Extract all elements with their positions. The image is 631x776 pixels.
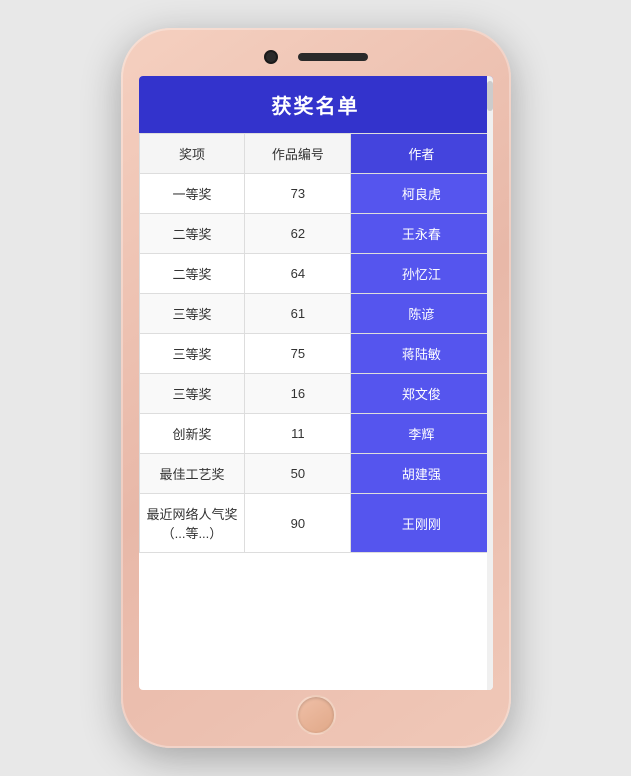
cell-prize: 最近网络人气奖（...等...） xyxy=(139,494,245,553)
screen-content[interactable]: 获奖名单 奖项 作品编号 作者 一等奖73柯良虎二等奖62王永春二等奖64孙忆江… xyxy=(139,76,493,690)
cell-work-id: 73 xyxy=(245,174,351,214)
header-prize: 奖项 xyxy=(139,134,245,174)
table-row: 三等奖16郑文俊 xyxy=(139,374,492,414)
table-row: 三等奖75蒋陆敏 xyxy=(139,334,492,374)
table-row: 二等奖64孙忆江 xyxy=(139,254,492,294)
phone-frame: 获奖名单 奖项 作品编号 作者 一等奖73柯良虎二等奖62王永春二等奖64孙忆江… xyxy=(121,28,511,748)
cell-author: 王刚刚 xyxy=(351,494,492,553)
header-work-id: 作品编号 xyxy=(245,134,351,174)
cell-author: 柯良虎 xyxy=(351,174,492,214)
table-row: 三等奖61陈谚 xyxy=(139,294,492,334)
table-header-row: 奖项 作品编号 作者 xyxy=(139,134,492,174)
table-row: 二等奖62王永春 xyxy=(139,214,492,254)
cell-prize: 创新奖 xyxy=(139,414,245,454)
cell-prize: 二等奖 xyxy=(139,254,245,294)
cell-author: 蒋陆敏 xyxy=(351,334,492,374)
table-title: 获奖名单 xyxy=(139,76,493,133)
cell-prize: 三等奖 xyxy=(139,374,245,414)
table-row: 最近网络人气奖（...等...）90王刚刚 xyxy=(139,494,492,553)
cell-work-id: 11 xyxy=(245,414,351,454)
cell-prize: 最佳工艺奖 xyxy=(139,454,245,494)
scrollbar-thumb[interactable] xyxy=(487,81,493,111)
cell-author: 孙忆江 xyxy=(351,254,492,294)
phone-screen: 获奖名单 奖项 作品编号 作者 一等奖73柯良虎二等奖62王永春二等奖64孙忆江… xyxy=(139,76,493,690)
cell-author: 胡建强 xyxy=(351,454,492,494)
cell-prize: 三等奖 xyxy=(139,294,245,334)
cell-work-id: 62 xyxy=(245,214,351,254)
cell-work-id: 64 xyxy=(245,254,351,294)
table-row: 创新奖11李辉 xyxy=(139,414,492,454)
cell-work-id: 90 xyxy=(245,494,351,553)
cell-work-id: 75 xyxy=(245,334,351,374)
cell-prize: 二等奖 xyxy=(139,214,245,254)
cell-work-id: 16 xyxy=(245,374,351,414)
phone-top-bar xyxy=(139,46,493,68)
phone-bottom xyxy=(296,700,336,730)
cell-author: 陈谚 xyxy=(351,294,492,334)
camera xyxy=(264,50,278,64)
cell-work-id: 61 xyxy=(245,294,351,334)
home-button[interactable] xyxy=(296,695,336,735)
cell-work-id: 50 xyxy=(245,454,351,494)
awards-table: 奖项 作品编号 作者 一等奖73柯良虎二等奖62王永春二等奖64孙忆江三等奖61… xyxy=(139,133,493,553)
header-author: 作者 xyxy=(351,134,492,174)
cell-author: 郑文俊 xyxy=(351,374,492,414)
cell-prize: 三等奖 xyxy=(139,334,245,374)
table-row: 最佳工艺奖50胡建强 xyxy=(139,454,492,494)
scrollbar-track[interactable] xyxy=(487,76,493,690)
speaker xyxy=(298,53,368,61)
cell-prize: 一等奖 xyxy=(139,174,245,214)
cell-author: 李辉 xyxy=(351,414,492,454)
cell-author: 王永春 xyxy=(351,214,492,254)
table-row: 一等奖73柯良虎 xyxy=(139,174,492,214)
